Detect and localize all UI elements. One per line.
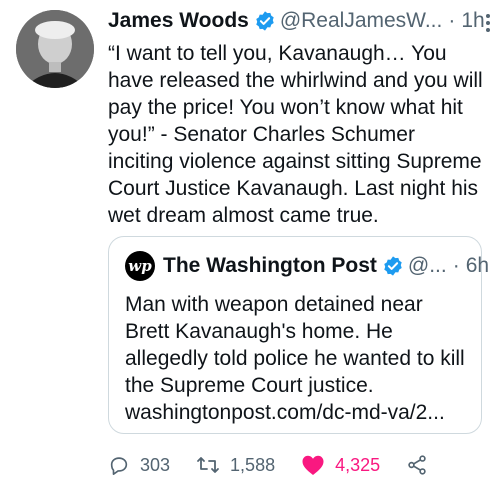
quoted-author-handle: @... (407, 254, 447, 277)
tweet-time[interactable]: 1h (461, 9, 484, 33)
tweet-text: “I want to tell you, Kavanaugh… You have… (108, 42, 483, 227)
quoted-author-name: The Washington Post (163, 254, 377, 277)
quoted-tweet-text: Man with weapon detained near Brett Kava… (125, 293, 465, 424)
header-separator: · (448, 9, 456, 32)
retweet-count: 1,588 (230, 454, 276, 475)
tweet[interactable]: James Woods @RealJamesW... · 1h “I want … (0, 0, 500, 484)
retweet-icon (197, 457, 219, 473)
retweet-button[interactable]: 1,588 (196, 454, 275, 476)
tweet-header: James Woods @RealJamesW... · 1h (108, 6, 488, 36)
like-button[interactable]: 4,325 (301, 454, 380, 476)
reply-icon (110, 457, 128, 475)
quoted-header-separator: · (452, 254, 460, 277)
verified-badge-icon (384, 256, 402, 276)
share-button[interactable] (406, 454, 438, 476)
washington-post-logo: wp (125, 251, 155, 281)
reply-button[interactable]: 303 (108, 454, 170, 476)
quoted-tweet-header: wp The Washington Post @... · 6h (125, 251, 489, 281)
tweet-content: James Woods @RealJamesW... · 1h “I want … (108, 6, 490, 229)
author-name[interactable]: James Woods (108, 9, 249, 33)
tweet-actions: 303 1,588 4,325 (108, 450, 464, 480)
verified-badge-icon (256, 11, 274, 31)
author-handle[interactable]: @RealJamesW... (280, 9, 443, 33)
quoted-tweet-time: 6h (465, 254, 490, 277)
avatar[interactable] (16, 10, 94, 88)
like-heart-icon (302, 455, 324, 475)
more-options-icon[interactable] (486, 14, 492, 35)
quoted-tweet[interactable]: wp The Washington Post @... · 6h Man wit… (108, 236, 489, 434)
reply-count: 303 (140, 454, 171, 475)
share-icon (408, 455, 426, 475)
like-count: 4,325 (335, 454, 381, 475)
